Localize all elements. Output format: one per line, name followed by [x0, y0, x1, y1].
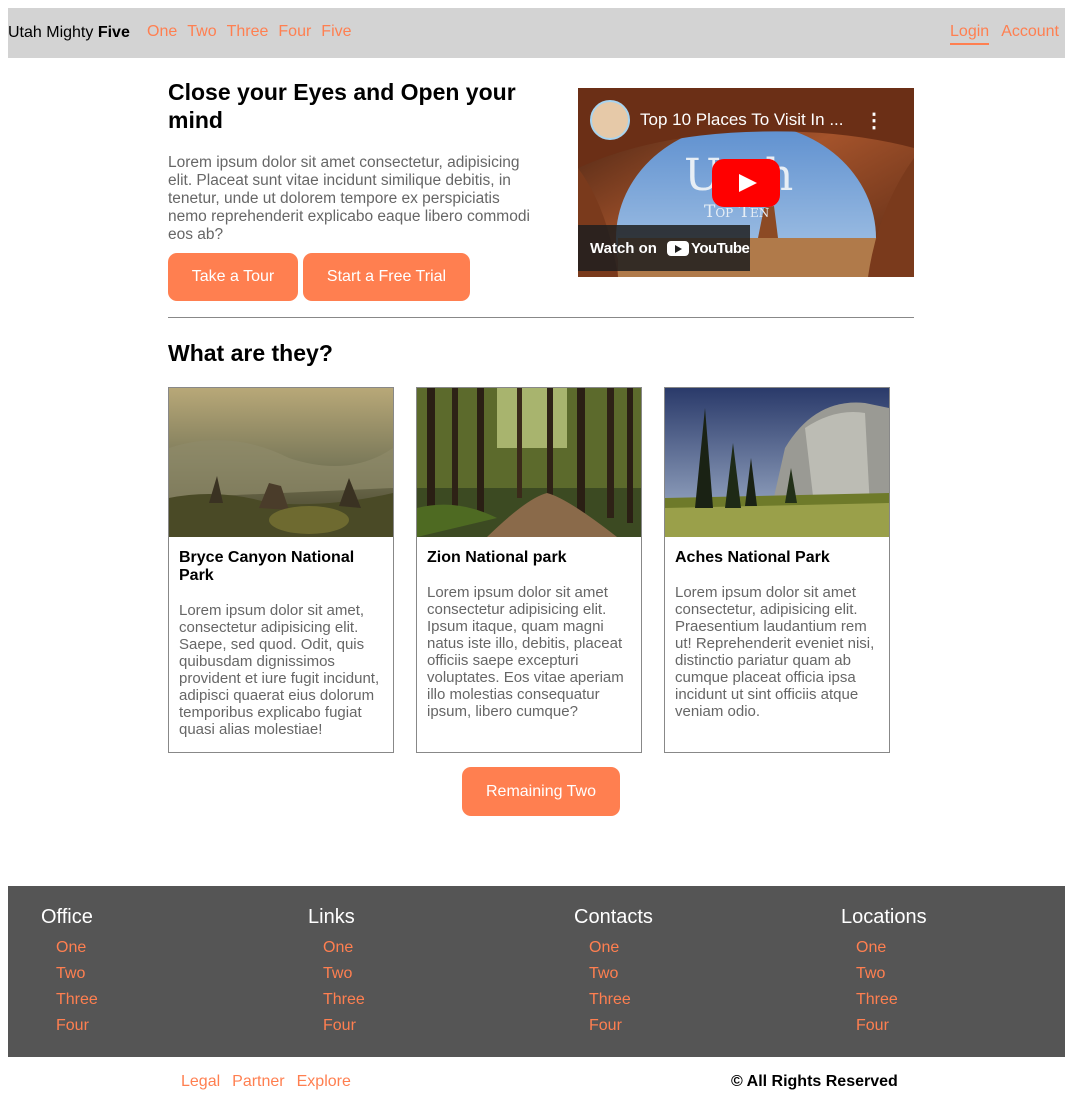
top-navbar: Utah Mighty Five One Two Three Four Five… — [8, 8, 1065, 58]
footer-link[interactable]: Four — [589, 1013, 653, 1039]
park-card: Bryce Canyon National Park Lorem ipsum d… — [168, 387, 394, 753]
footer-link[interactable]: One — [56, 935, 98, 961]
youtube-logo: YouTube — [666, 239, 750, 257]
nav-link-three[interactable]: Three — [227, 23, 269, 41]
card-image-arches — [665, 388, 889, 537]
explore-link[interactable]: Explore — [297, 1073, 351, 1091]
bottom-links: Legal Partner Explore — [181, 1073, 363, 1091]
footer-link[interactable]: One — [589, 935, 653, 961]
login-link[interactable]: Login — [950, 23, 990, 45]
card-image-zion — [417, 388, 641, 537]
footer-link[interactable]: Four — [56, 1013, 98, 1039]
nav-link-four[interactable]: Four — [278, 23, 311, 41]
copyright-text: © All Rights Reserved — [731, 1073, 898, 1090]
footer-column-contacts: Contacts One Two Three Four — [574, 906, 653, 1039]
account-link[interactable]: Account — [1001, 23, 1059, 45]
partner-link[interactable]: Partner — [232, 1073, 284, 1091]
hero-text: Lorem ipsum dolor sit amet consectetur, … — [168, 154, 530, 243]
nav-link-two[interactable]: Two — [187, 23, 216, 41]
youtube-wordmark: YouTube — [690, 239, 750, 257]
brand-bold: Five — [97, 24, 130, 41]
footer-heading: Links — [308, 906, 355, 928]
footer-column-office: Office One Two Three Four — [41, 906, 98, 1039]
nav-link-one[interactable]: One — [147, 23, 177, 41]
card-title: Zion National park — [427, 549, 567, 566]
footer-link[interactable]: One — [323, 935, 365, 961]
section-title: What are they? — [168, 340, 333, 366]
footer-heading: Office — [41, 906, 93, 928]
section-divider — [168, 317, 914, 318]
footer-link[interactable]: Two — [323, 961, 365, 987]
watch-on-label: Watch on — [590, 239, 657, 257]
play-icon[interactable] — [712, 159, 780, 207]
hero-title: Close your Eyes and Open your mind — [168, 79, 516, 133]
footer-link[interactable]: Four — [856, 1013, 927, 1039]
footer-heading: Contacts — [574, 906, 653, 928]
footer-column-locations: Locations One Two Three Four — [841, 906, 927, 1039]
more-vert-icon[interactable]: ⋮ — [864, 108, 884, 133]
park-card: Zion National park Lorem ipsum dolor sit… — [416, 387, 642, 753]
park-card: Aches National Park Lorem ipsum dolor si… — [664, 387, 890, 753]
free-trial-button[interactable]: Start a Free Trial — [303, 253, 470, 301]
brand-light: Utah Mighty — [8, 24, 94, 41]
take-tour-button[interactable]: Take a Tour — [168, 253, 298, 301]
footer-link[interactable]: Two — [56, 961, 98, 987]
footer-link[interactable]: Three — [589, 987, 653, 1013]
footer-link[interactable]: Two — [589, 961, 653, 987]
card-text: Lorem ipsum dolor sit amet, consectetur … — [179, 602, 380, 738]
nav-link-five[interactable]: Five — [321, 23, 351, 41]
card-title: Bryce Canyon National Park — [179, 549, 355, 584]
footer: Office One Two Three Four Links One Two … — [8, 886, 1065, 1057]
video-title[interactable]: Top 10 Places To Visit In ... — [640, 110, 844, 130]
card-title: Aches National Park — [675, 549, 830, 566]
youtube-play-icon — [666, 240, 689, 256]
nav-account-links: Login Account — [938, 23, 1059, 45]
footer-column-links: Links One Two Three Four — [308, 906, 365, 1039]
footer-link[interactable]: Four — [323, 1013, 365, 1039]
footer-link[interactable]: Two — [856, 961, 927, 987]
footer-heading: Locations — [841, 906, 927, 928]
footer-link[interactable]: Three — [323, 987, 365, 1013]
watch-on-youtube-button[interactable]: Watch on YouTube — [578, 225, 750, 271]
legal-link[interactable]: Legal — [181, 1073, 220, 1091]
brand-logo[interactable]: Utah Mighty Five — [8, 24, 130, 42]
footer-link[interactable]: Three — [856, 987, 927, 1013]
nav-links: One Two Three Four Five — [147, 23, 362, 41]
channel-avatar[interactable] — [590, 100, 630, 140]
remaining-two-button[interactable]: Remaining Two — [462, 767, 620, 816]
card-text: Lorem ipsum dolor sit amet consectetur, … — [675, 584, 875, 720]
card-text: Lorem ipsum dolor sit amet consectetur a… — [427, 584, 624, 720]
youtube-video-embed[interactable]: Utah Top Ten Top 10 Places To Visit In .… — [578, 88, 914, 277]
footer-link[interactable]: Three — [56, 987, 98, 1013]
footer-link[interactable]: One — [856, 935, 927, 961]
card-image-bryce — [169, 388, 393, 537]
